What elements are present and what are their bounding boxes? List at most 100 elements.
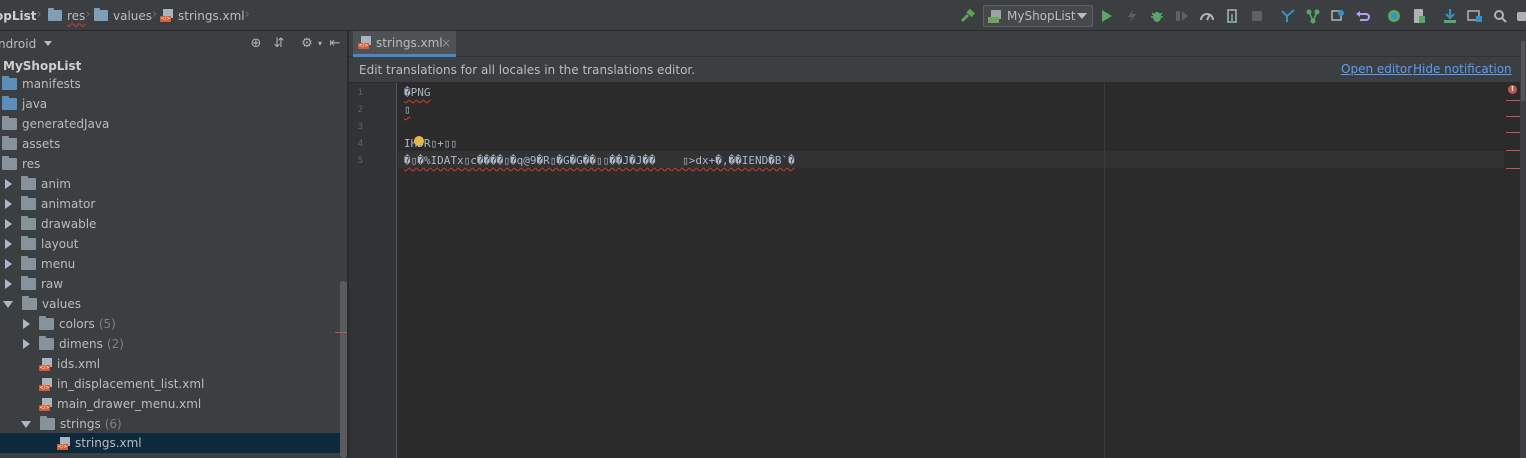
tree-item-in-displacement-list-xml[interactable]: </> in_displacement_list.xml <box>0 374 340 394</box>
debug-icon[interactable] <box>1146 5 1168 27</box>
chevron-down-icon[interactable] <box>44 41 53 46</box>
folder-icon <box>2 96 17 110</box>
search-icon[interactable] <box>1489 5 1511 27</box>
error-stripe[interactable] <box>1504 83 1520 458</box>
expand-arrow-icon[interactable] <box>23 319 30 329</box>
xml-file-icon: </> <box>39 377 53 391</box>
revert-icon[interactable] <box>1352 5 1374 27</box>
tab-strings-xml[interactable]: </> strings.xml × <box>353 31 456 57</box>
chevron-down-icon[interactable]: ▾ <box>313 37 327 51</box>
run-configuration-select[interactable]: MyShopList <box>983 5 1093 27</box>
code-line-1: �PNG <box>404 86 431 99</box>
breadcrumb-strings-xml[interactable]: </> strings.xml › <box>160 0 250 31</box>
coverage-icon <box>1171 5 1193 27</box>
expand-arrow-icon[interactable] <box>5 259 12 269</box>
project-structure-icon[interactable] <box>1464 5 1486 27</box>
tree-item-raw[interactable]: raw <box>0 274 340 294</box>
error-marker[interactable] <box>1506 150 1520 151</box>
error-indicator-icon[interactable]: ! <box>1508 85 1517 94</box>
hide-notification-link[interactable]: Hide notification <box>1413 62 1512 76</box>
sync-gradle-icon[interactable] <box>1383 5 1405 27</box>
build-hammer-icon[interactable] <box>956 5 978 27</box>
line-number: 3 <box>357 122 363 132</box>
tree-item-menu[interactable]: menu <box>0 254 340 274</box>
gear-icon[interactable]: ⚙ <box>300 37 314 51</box>
line-number: 1 <box>357 88 363 98</box>
tree-item-count: (6) <box>104 417 122 431</box>
expand-arrow-icon[interactable] <box>23 339 30 349</box>
expand-arrow-icon[interactable] <box>5 239 12 249</box>
vcs-icon[interactable] <box>1302 5 1324 27</box>
project-scrollbar[interactable] <box>340 281 347 458</box>
tree-item-dimens[interactable]: dimens (2) <box>0 334 340 354</box>
history-icon[interactable] <box>1327 5 1349 27</box>
scroll-from-source-icon[interactable]: ⊕ <box>249 37 263 51</box>
update-icon[interactable] <box>1277 5 1299 27</box>
collapse-arrow-icon[interactable] <box>21 420 31 428</box>
code-line-2: ▯ <box>404 103 411 116</box>
open-editor-link[interactable]: Open editor <box>1341 62 1412 76</box>
tree-item-colors[interactable]: colors (5) <box>0 314 340 334</box>
tree-item-layout[interactable]: layout <box>0 234 340 254</box>
error-marker[interactable] <box>1506 132 1520 133</box>
apply-changes-icon <box>1121 5 1143 27</box>
expand-arrow-icon[interactable] <box>5 179 12 189</box>
collapse-arrow-icon[interactable] <box>3 300 13 308</box>
tree-item-drawable[interactable]: drawable <box>0 214 340 234</box>
folder-icon <box>21 216 36 230</box>
sdk-manager-icon[interactable] <box>1439 5 1461 27</box>
tree-item-label: main_drawer_menu.xml <box>57 397 202 411</box>
code-line-5: �▯�%IDATx▯c����▯�q@9�R▯�G�G��▯▯��J�J�� ▯… <box>404 154 795 167</box>
tree-item-label: anim <box>41 177 71 191</box>
run-configuration-label: MyShopList <box>1007 9 1076 23</box>
tree-item-strings-xml[interactable]: </> strings.xml <box>0 433 340 453</box>
tree-item-ids-xml[interactable]: </> ids.xml <box>0 354 340 374</box>
tree-item-animator[interactable]: animator <box>0 194 340 214</box>
tree-item-generated-java[interactable]: generatedJava <box>0 114 340 134</box>
line-number-gutter: 1 2 3 4 5 <box>349 83 397 458</box>
tree-item-label: menu <box>41 257 76 271</box>
tree-item-label: colors <box>59 317 95 331</box>
collapse-all-icon[interactable]: ⇵ <box>272 37 286 51</box>
tree-item-values[interactable]: values <box>0 294 340 314</box>
tree-item-main-drawer-menu-xml[interactable]: </> main_drawer_menu.xml <box>0 394 340 414</box>
assistant-icon[interactable] <box>1511 5 1526 27</box>
navigation-bar: opList › res › values › </> strings.xml … <box>0 0 1526 31</box>
avd-manager-icon[interactable] <box>1408 5 1430 27</box>
tree-item-res[interactable]: res <box>0 154 340 174</box>
project-view-mode[interactable]: ndroid <box>0 37 36 51</box>
tree-item-label: manifests <box>22 77 81 91</box>
error-marker[interactable] <box>1506 168 1520 169</box>
lightbulb-icon[interactable] <box>414 136 424 146</box>
android-module-icon <box>988 9 1002 23</box>
expand-arrow-icon[interactable] <box>5 199 12 209</box>
tree-item-strings-folder[interactable]: strings (6) <box>0 414 340 434</box>
code-editor[interactable]: �PNG ▯ IHDR▯+▯▯ �▯�%IDATx▯c����▯�q@9�R▯�… <box>398 83 1504 458</box>
xml-file-icon: </> <box>39 397 53 411</box>
folder-icon <box>21 276 36 290</box>
line-number: 4 <box>357 139 363 149</box>
run-icon[interactable] <box>1096 5 1118 27</box>
hide-panel-icon[interactable]: ⇤ <box>328 37 342 51</box>
breadcrumb-res[interactable]: res › <box>48 0 91 31</box>
error-marker[interactable] <box>1506 100 1520 101</box>
code-line-4: IHDR▯+▯▯ <box>404 137 457 150</box>
breadcrumb-project[interactable]: opList › <box>0 0 42 31</box>
tree-item-label: layout <box>41 237 79 251</box>
tree-item-anim[interactable]: anim <box>0 174 340 194</box>
expand-arrow-icon[interactable] <box>5 279 12 289</box>
breadcrumb-values[interactable]: values › <box>94 0 157 31</box>
attach-debugger-icon[interactable] <box>1221 5 1243 27</box>
tree-item-assets[interactable]: assets <box>0 134 340 154</box>
tree-item-java[interactable]: java <box>0 94 340 114</box>
expand-arrow-icon[interactable] <box>5 219 12 229</box>
error-marker[interactable] <box>1506 116 1520 117</box>
translations-notification: Edit translations for all locales in the… <box>349 57 1526 83</box>
scrollbar-thumb[interactable] <box>1521 41 1525 101</box>
tree-item-root[interactable]: MyShopList <box>0 56 340 76</box>
tree-item-manifests[interactable]: manifests <box>0 74 340 94</box>
xml-file-icon: </> <box>358 36 372 49</box>
close-icon[interactable]: × <box>441 36 451 50</box>
breadcrumb-label: strings.xml <box>178 8 245 23</box>
profile-icon[interactable] <box>1196 5 1218 27</box>
